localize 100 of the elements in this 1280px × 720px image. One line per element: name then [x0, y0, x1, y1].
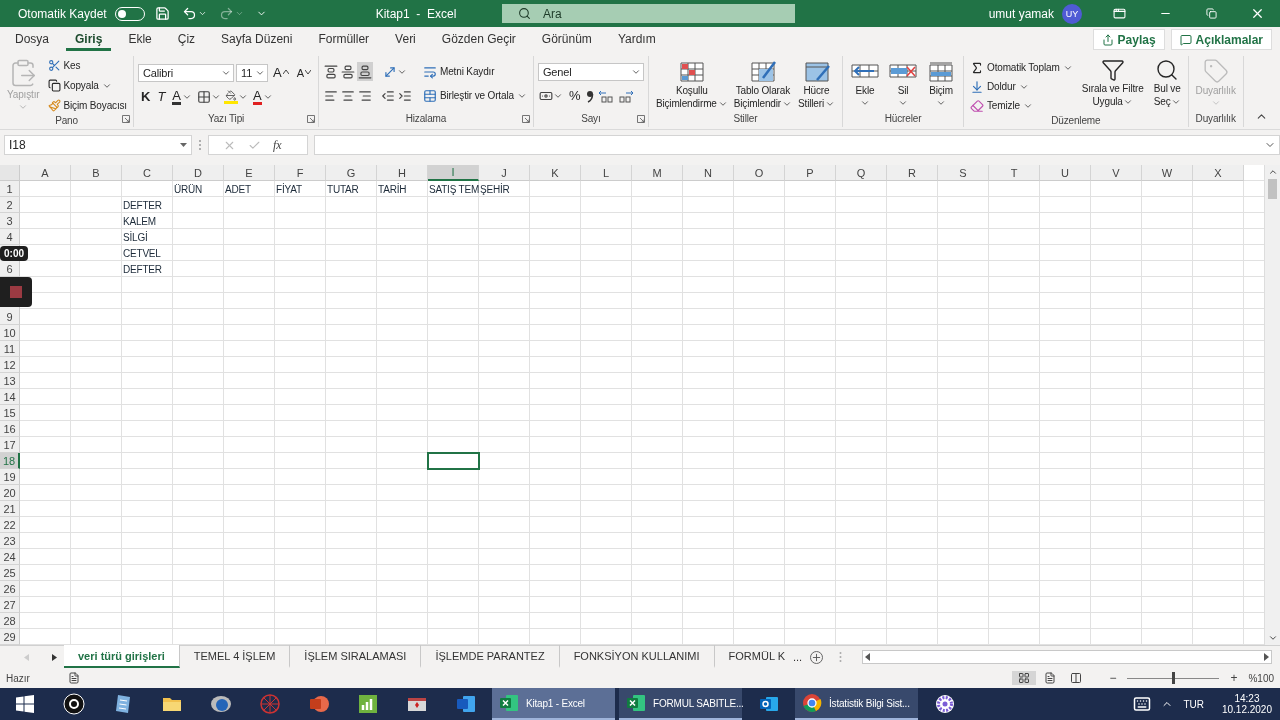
active-cell[interactable] [428, 453, 479, 469]
vertical-scrollbar[interactable] [1264, 165, 1280, 645]
ribbon-tab[interactable]: Veri [386, 28, 425, 51]
taskbar-clock[interactable]: 14:23 10.12.2020 [1213, 693, 1280, 715]
comments-button[interactable]: Açıklamalar [1170, 29, 1272, 50]
column-header[interactable]: N [683, 165, 734, 181]
dialog-launcher-icon[interactable] [307, 115, 316, 123]
normal-view-button[interactable] [1012, 671, 1037, 685]
insert-function-button[interactable]: fx [273, 137, 282, 153]
font-size-field[interactable]: 11 [236, 63, 268, 82]
zoom-thumb[interactable] [1172, 672, 1176, 684]
column-header[interactable]: Q [836, 165, 887, 181]
stop-recording-button[interactable] [0, 277, 32, 307]
formula-input[interactable] [314, 135, 1280, 155]
column-header[interactable]: J [479, 165, 530, 181]
merge-center-button[interactable]: Birleştir ve Ortala [421, 86, 529, 105]
ribbon-tab[interactable]: Formüller [309, 28, 379, 51]
window-icon [1112, 7, 1126, 20]
underline-button[interactable]: A [169, 87, 196, 106]
column-header[interactable]: S [938, 165, 989, 181]
column-header[interactable]: T [989, 165, 1040, 181]
cells-button[interactable]: Ekle [847, 56, 883, 113]
column-header[interactable]: A [20, 165, 71, 181]
grow-font-button[interactable]: A [270, 63, 292, 82]
clear-button[interactable]: Temizle [968, 96, 1075, 115]
row-header[interactable]: 18 [0, 453, 20, 469]
column-header[interactable]: I [428, 165, 479, 181]
ribbon-tab[interactable]: Giriş [66, 28, 112, 51]
find-select-button[interactable]: Bul ve Seç [1150, 56, 1184, 115]
ribbon-tab[interactable]: Sayfa Düzeni [212, 28, 302, 51]
column-header[interactable]: C [122, 165, 173, 181]
number-format-field[interactable]: Genel [537, 63, 644, 81]
share-button[interactable]: Paylaş [1092, 29, 1165, 50]
column-header[interactable]: V [1091, 165, 1142, 181]
column-header[interactable]: F [275, 165, 326, 181]
ribbon-tab[interactable]: Gözden Geçir [432, 28, 525, 51]
bold-button[interactable]: K [138, 87, 154, 106]
column-header[interactable]: U [1040, 165, 1091, 181]
macro-record-icon[interactable] [67, 672, 80, 684]
column-header[interactable]: P [785, 165, 836, 181]
caret-icon [305, 70, 312, 75]
autosum-button[interactable]: Otomatik Toplam [968, 58, 1075, 77]
more-sheets-button[interactable]: ... [789, 646, 807, 668]
ribbon-tab[interactable]: Ekle [119, 28, 161, 51]
column-header[interactable]: R [887, 165, 938, 181]
taskbar-window-button[interactable]: Kitap1 - Excel [492, 688, 615, 720]
sheet-tab[interactable]: veri türü girişleri [64, 645, 180, 668]
column-header[interactable]: B [71, 165, 122, 181]
column-header[interactable]: K [530, 165, 581, 181]
taskbar-window-button[interactable]: FORMUL SABITLE... [619, 688, 742, 720]
column-header[interactable]: X [1193, 165, 1244, 181]
fill-button[interactable]: Doldur [968, 77, 1075, 96]
column-header[interactable]: L [581, 165, 632, 181]
user-avatar[interactable]: UY [1062, 3, 1082, 24]
cut-button[interactable]: Kes [45, 56, 129, 75]
scroll-thumb[interactable] [1268, 179, 1277, 199]
sort-filter-button[interactable]: Sırala ve Filtre Uygula [1078, 56, 1147, 115]
percent-button[interactable]: % [565, 86, 584, 105]
search-field[interactable]: Ara [502, 4, 795, 23]
ribbon-tab[interactable]: Çiz [168, 28, 205, 51]
ribbon-tab[interactable]: Görünüm [532, 28, 601, 51]
taskbar-window-button[interactable]: İstatistik Bilgi Sist... [795, 688, 918, 720]
paint-bucket-icon [224, 89, 239, 104]
styles-button[interactable]: Hücre Stilleri [795, 56, 838, 113]
sheet-tab[interactable]: FORMÜL K [714, 645, 789, 668]
zoom-in-button[interactable]: + [1227, 671, 1241, 685]
ribbon-tab[interactable]: Yardım [608, 28, 665, 51]
shrink-font-button[interactable]: A [293, 63, 315, 82]
italic-button[interactable]: T [154, 87, 169, 106]
ribbon-tab[interactable]: Dosya [6, 28, 58, 51]
zoom-level-text[interactable]: %100 [1248, 672, 1274, 684]
font-name-field[interactable]: Calibri [138, 63, 234, 82]
sigma-icon [970, 60, 984, 75]
column-header[interactable]: G [326, 165, 377, 181]
column-header[interactable]: E [224, 165, 275, 181]
horizontal-scrollbar[interactable] [862, 650, 1272, 664]
format-painter-button[interactable]: Biçim Boyacısı [45, 96, 129, 115]
word-icon [454, 693, 477, 715]
styles-button[interactable]: Tablo Olarak Biçimlendir [730, 56, 795, 113]
comment-icon [1179, 33, 1192, 46]
column-header[interactable]: W [1142, 165, 1193, 181]
bottom-align-button[interactable] [357, 62, 374, 81]
language-indicator[interactable]: TUR [1183, 698, 1204, 710]
styles-button[interactable]: Koşullu Biçimlendirme [652, 56, 731, 113]
column-header[interactable]: M [632, 165, 683, 181]
name-box[interactable]: I18 [4, 135, 192, 155]
page-break-icon [1070, 672, 1083, 684]
column-header[interactable]: H [377, 165, 428, 181]
cells-button[interactable]: Biçim [923, 56, 959, 113]
dialog-launcher-icon[interactable] [521, 115, 530, 123]
copy-button[interactable]: Kopyala [45, 76, 129, 95]
column-header[interactable]: O [734, 165, 785, 181]
zoom-out-button[interactable]: − [1106, 671, 1120, 685]
keyboard-icon[interactable] [1133, 695, 1152, 713]
font-color-button[interactable]: A [250, 87, 276, 106]
wrap-text-button[interactable]: Metni Kaydır [421, 62, 529, 81]
dialog-launcher-icon[interactable] [122, 115, 130, 123]
column-header[interactable]: D [173, 165, 224, 181]
cells-button[interactable]: Sil [885, 56, 921, 113]
dialog-launcher-icon[interactable] [636, 115, 645, 123]
